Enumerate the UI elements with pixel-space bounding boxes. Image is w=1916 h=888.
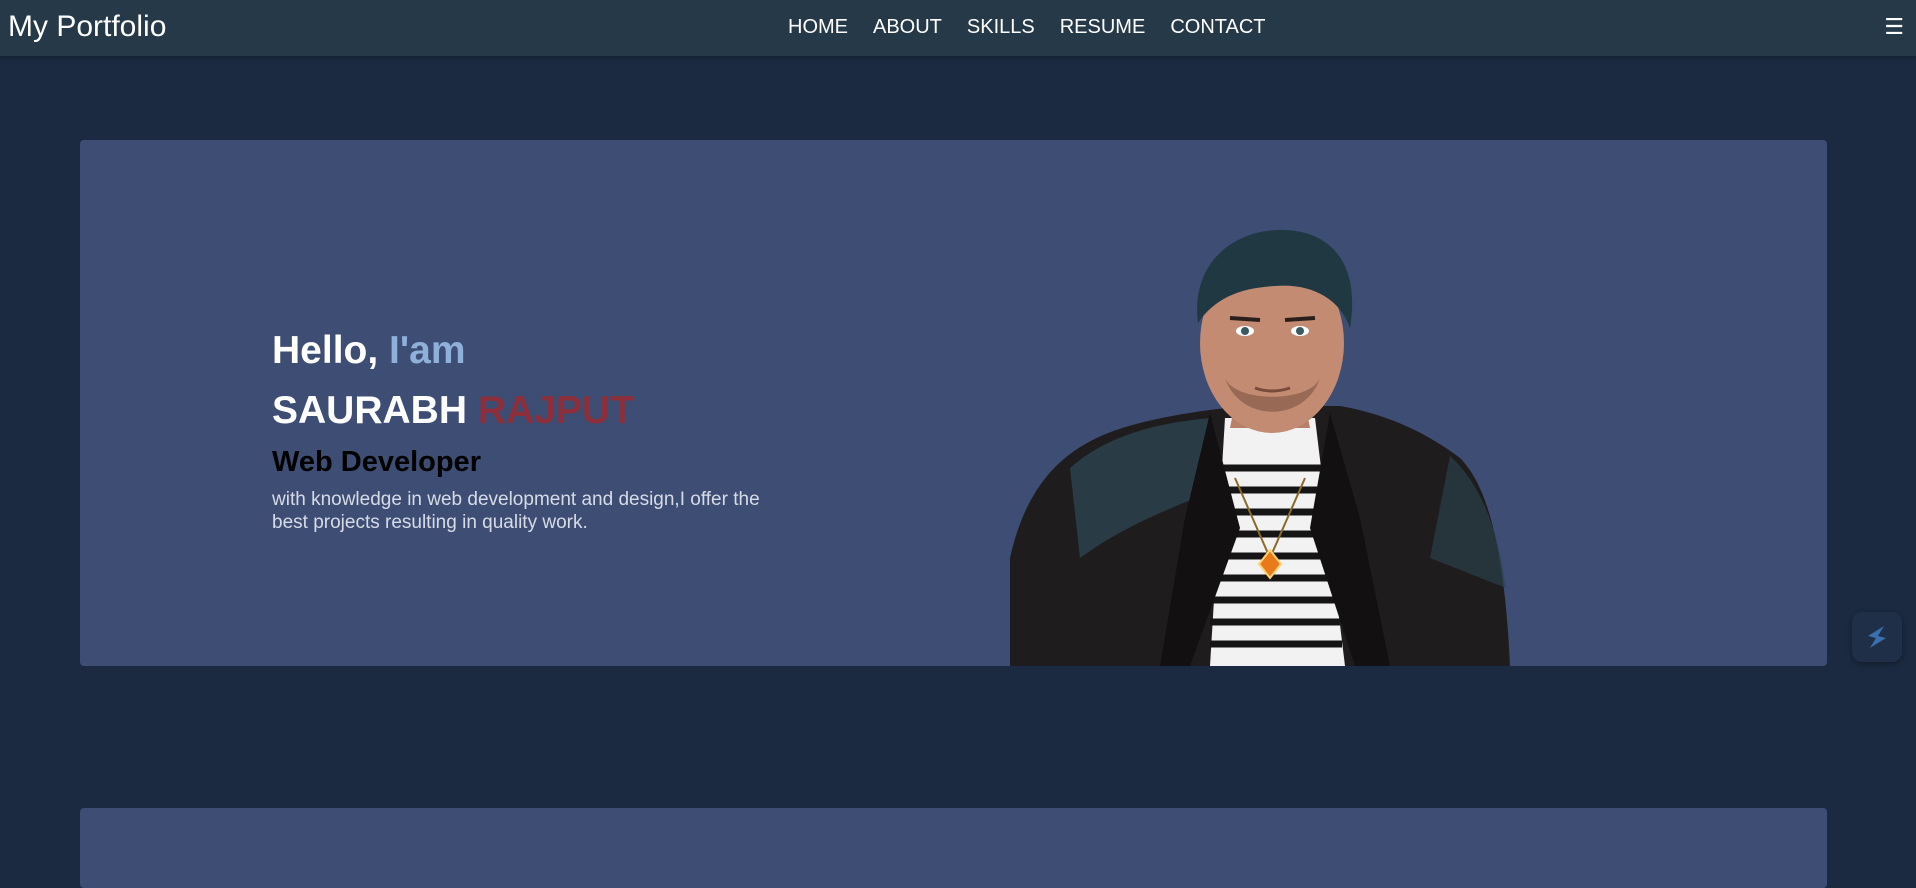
navbar: My Portfolio HOME ABOUT SKILLS RESUME CO… [0, 0, 1916, 56]
nav-about-link[interactable]: ABOUT [873, 14, 942, 40]
hero-role: Web Developer [272, 446, 481, 478]
nav-contact-link[interactable]: CONTACT [1170, 14, 1265, 40]
nav-links: HOME ABOUT SKILLS RESUME CONTACT [788, 14, 1266, 40]
hero-name: SAURABH RAJPUT [272, 388, 792, 434]
next-section-card [80, 808, 1827, 888]
hero-section: Hello, I'am SAURABH RAJPUT Web Developer… [80, 140, 1827, 666]
nav-skills-link[interactable]: SKILLS [967, 14, 1035, 40]
greeting-accent: I'am [389, 329, 466, 372]
nav-resume-link[interactable]: RESUME [1060, 14, 1146, 40]
hero-text: Hello, I'am SAURABH RAJPUT Web Developer… [272, 328, 792, 534]
hero-tagline: with knowledge in web development and de… [272, 489, 760, 533]
hero-greeting: Hello, I'am [272, 328, 792, 374]
greeting-text: Hello, [272, 329, 379, 372]
last-name: RAJPUT [477, 389, 634, 432]
profile-portrait-image [1010, 229, 1510, 666]
extension-logo-icon[interactable] [1852, 612, 1902, 662]
brand-logo[interactable]: My Portfolio [8, 8, 166, 46]
first-name: SAURABH [272, 389, 467, 432]
hamburger-icon[interactable]: ☰ [1884, 14, 1904, 40]
nav-home-link[interactable]: HOME [788, 14, 848, 40]
